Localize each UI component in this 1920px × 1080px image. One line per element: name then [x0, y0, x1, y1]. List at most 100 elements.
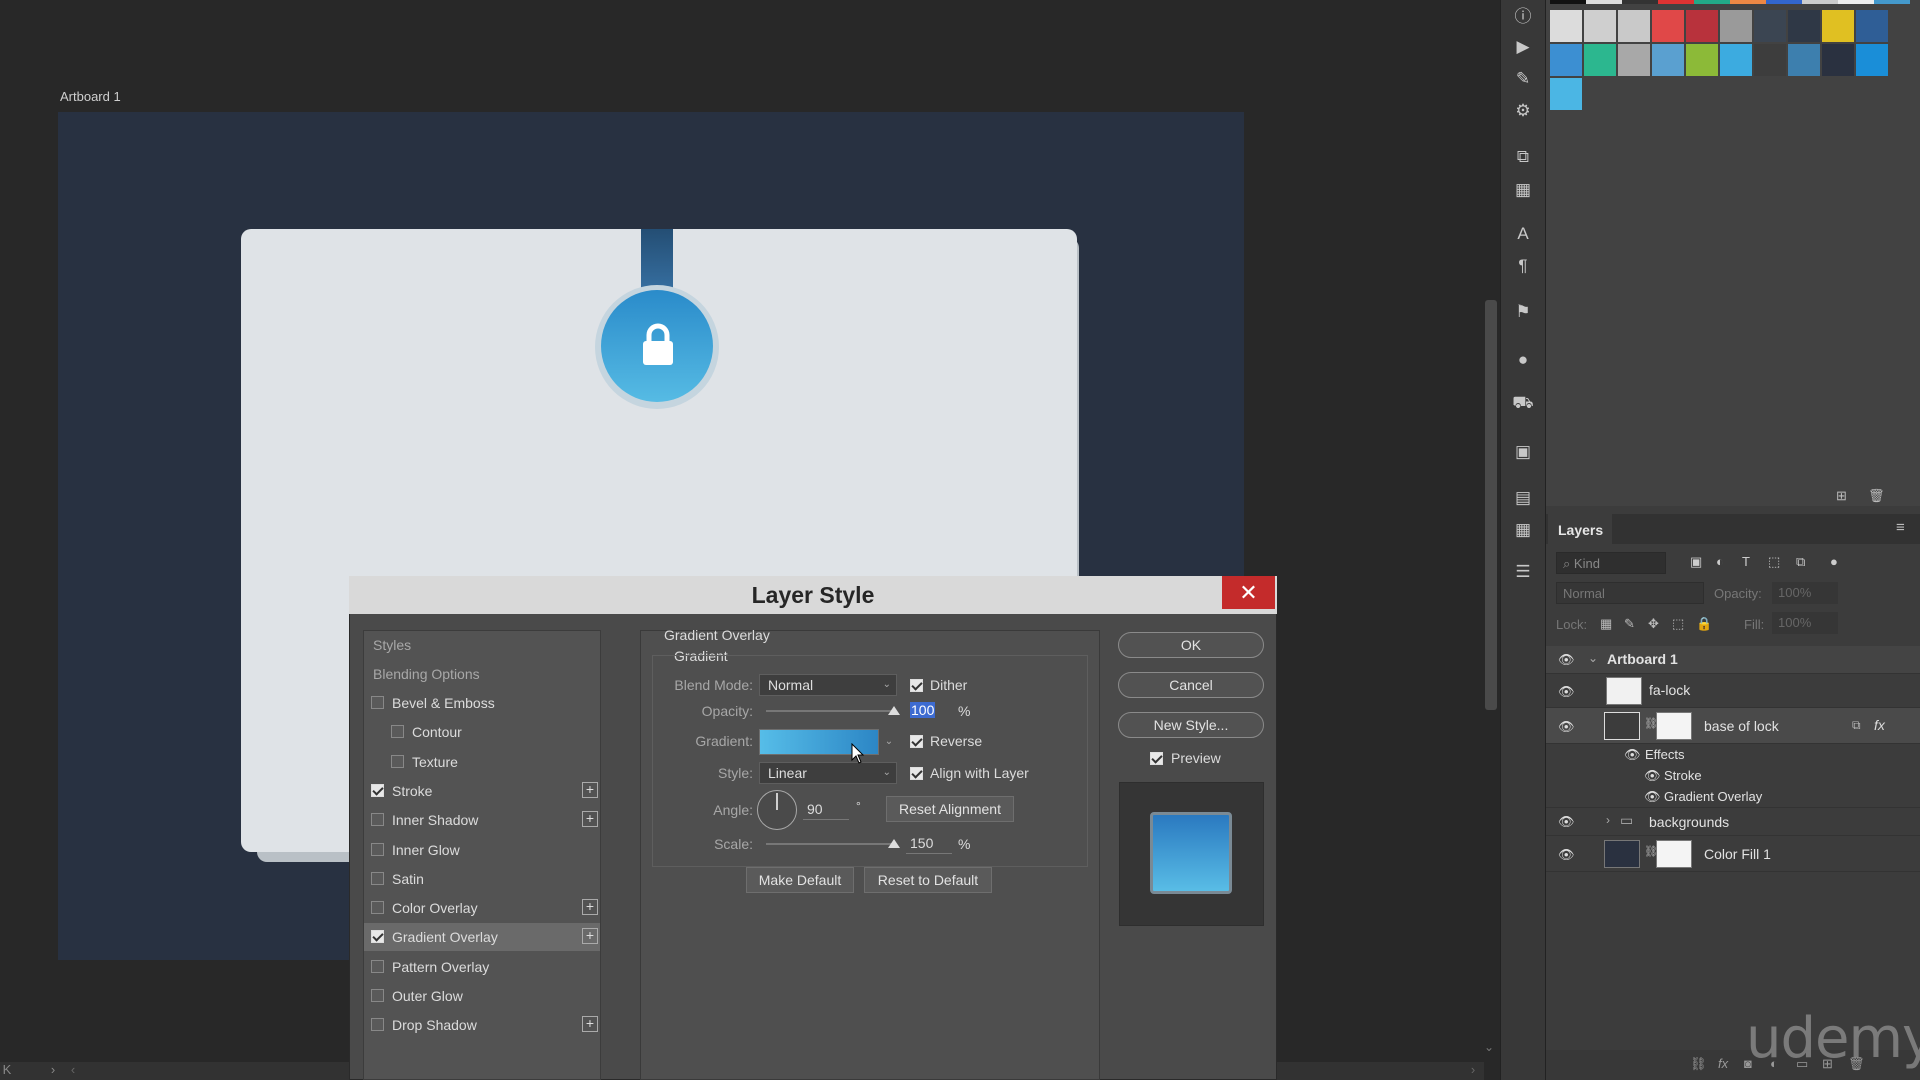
style-checkbox[interactable] — [371, 959, 384, 973]
style-checkbox[interactable] — [371, 783, 384, 797]
properties-icon[interactable]: ▦ — [1511, 178, 1535, 202]
layer-row-base-of-lock[interactable]: 👁 ⛓ base of lock ⧉ fx — [1546, 708, 1920, 744]
color-swatch[interactable] — [1754, 44, 1786, 76]
opacity-slider-track[interactable] — [766, 710, 894, 712]
style-checkbox[interactable] — [391, 754, 404, 768]
styles-header[interactable]: Styles — [364, 631, 600, 659]
reset-to-default-button[interactable]: Reset to Default — [864, 867, 992, 893]
add-effect-icon[interactable]: + — [582, 811, 598, 828]
add-effect-icon[interactable]: + — [582, 1016, 598, 1033]
color-swatch[interactable] — [1856, 44, 1888, 76]
ok-button[interactable]: OK — [1118, 632, 1264, 658]
layer-effects-row[interactable]: 👁 Effects — [1546, 744, 1920, 766]
flag-icon[interactable]: ⚑ — [1511, 300, 1535, 324]
scroll-first-icon[interactable]: K — [0, 1062, 14, 1080]
blending-options-item[interactable]: Blending Options — [364, 660, 600, 688]
style-checkbox[interactable] — [371, 871, 384, 885]
color-swatch[interactable] — [1720, 10, 1752, 42]
color-swatch[interactable] — [1686, 10, 1718, 42]
visibility-eye-icon[interactable]: 👁 — [1558, 652, 1575, 668]
visibility-eye-icon[interactable]: 👁 — [1558, 814, 1575, 830]
type-filter-icon[interactable]: T — [1742, 554, 1750, 569]
smart-object-filter-icon[interactable]: ⧉ — [1796, 554, 1805, 570]
scale-slider-thumb[interactable] — [888, 839, 900, 848]
drop-icon[interactable]: ● — [1511, 348, 1535, 372]
style-checkbox[interactable] — [371, 842, 384, 856]
adjustment-filter-icon[interactable]: ◐ — [1716, 554, 1724, 569]
character-icon[interactable]: A — [1511, 222, 1535, 246]
info-icon[interactable]: ⓘ — [1511, 2, 1535, 26]
style-item-drop-shadow[interactable]: Drop Shadow + — [364, 1011, 600, 1039]
stamp-icon[interactable]: ⛟ — [1511, 392, 1535, 416]
scale-field[interactable]: 150 — [906, 834, 952, 854]
color-swatch[interactable] — [1550, 10, 1582, 42]
scroll-next-icon[interactable]: › — [46, 1062, 60, 1080]
preview-checkbox[interactable] — [1150, 752, 1163, 765]
layer-row-artboard[interactable]: 👁 ⌄ Artboard 1 — [1546, 646, 1920, 674]
lock-artboard-icon[interactable]: ⬚ — [1672, 616, 1684, 632]
add-effect-icon[interactable]: + — [582, 899, 598, 916]
opacity-field[interactable]: 100 — [906, 701, 952, 721]
style-checkbox[interactable] — [371, 901, 384, 915]
layer-row-fa-lock[interactable]: 👁 fa-lock — [1546, 674, 1920, 708]
align-with-layer-checkbox[interactable] — [910, 767, 923, 780]
style-item-color-overlay[interactable]: Color Overlay + — [364, 894, 600, 922]
scroll-down-arrow-icon[interactable]: ⌄ — [1484, 1040, 1494, 1054]
color-swatch[interactable] — [1550, 44, 1582, 76]
reset-alignment-button[interactable]: Reset Alignment — [886, 796, 1014, 822]
scroll-left-arrow-icon[interactable]: ‹ — [66, 1062, 80, 1080]
color-swatch[interactable] — [1788, 10, 1820, 42]
scroll-right-arrow-icon[interactable]: › — [1466, 1062, 1480, 1080]
color-swatch[interactable] — [1584, 44, 1616, 76]
make-default-button[interactable]: Make Default — [746, 867, 854, 893]
color-swatch[interactable] — [1652, 44, 1684, 76]
visibility-eye-icon[interactable]: 👁 — [1558, 719, 1575, 735]
paragraph-icon[interactable]: ¶ — [1511, 254, 1535, 278]
visibility-eye-icon[interactable]: 👁 — [1558, 684, 1575, 700]
color-swatch[interactable] — [1652, 10, 1684, 42]
new-swatch-icon[interactable]: ⊞ — [1836, 488, 1847, 504]
layer-kind-filter[interactable]: ⌕ Kind — [1556, 552, 1666, 574]
style-item-contour[interactable]: Contour — [364, 718, 600, 746]
style-item-bevel-emboss[interactable]: Bevel & Emboss — [364, 689, 600, 717]
expand-chevron-icon[interactable]: ⌄ — [1588, 651, 1598, 665]
add-effect-icon[interactable]: + — [582, 928, 598, 945]
shape-filter-icon[interactable]: ⬚ — [1768, 554, 1780, 570]
style-checkbox[interactable] — [371, 696, 384, 709]
style-item-inner-shadow[interactable]: Inner Shadow + — [364, 806, 600, 834]
play-icon[interactable]: ▶ — [1511, 35, 1535, 59]
style-item-outer-glow[interactable]: Outer Glow — [364, 982, 600, 1010]
layers-stack-icon[interactable]: ☰ — [1511, 560, 1535, 584]
reverse-checkbox[interactable] — [910, 735, 923, 748]
layer-opacity-field[interactable]: 100% — [1772, 582, 1838, 604]
color-swatch[interactable] — [1618, 10, 1650, 42]
grid-icon[interactable]: ▦ — [1511, 518, 1535, 542]
visibility-eye-icon[interactable]: 👁 — [1624, 747, 1641, 763]
color-swatch[interactable] — [1788, 44, 1820, 76]
layer-effect-gradient-overlay[interactable]: 👁 Gradient Overlay — [1546, 786, 1920, 808]
visibility-eye-icon[interactable]: 👁 — [1644, 789, 1661, 805]
style-item-inner-glow[interactable]: Inner Glow — [364, 836, 600, 864]
trash-icon[interactable]: 🗑 — [1868, 488, 1885, 504]
layer-row-backgrounds[interactable]: 👁 › ▭ backgrounds — [1546, 808, 1920, 836]
opacity-slider-thumb[interactable] — [888, 706, 900, 715]
color-swatch[interactable] — [1686, 44, 1718, 76]
add-effect-icon[interactable]: + — [582, 781, 598, 798]
color-swatch[interactable] — [1822, 10, 1854, 42]
style-checkbox[interactable] — [371, 930, 384, 944]
style-item-pattern-overlay[interactable]: Pattern Overlay — [364, 953, 600, 981]
style-checkbox[interactable] — [391, 725, 404, 739]
visibility-eye-icon[interactable]: 👁 — [1644, 768, 1661, 784]
fx-badge[interactable]: fx — [1874, 717, 1885, 733]
pixel-filter-icon[interactable]: ▣ — [1690, 554, 1702, 570]
tab-layers[interactable]: Layers — [1548, 514, 1612, 544]
color-swatch[interactable] — [1618, 44, 1650, 76]
color-swatch[interactable] — [1550, 78, 1582, 110]
style-item-stroke[interactable]: Stroke + — [364, 777, 600, 805]
close-icon[interactable]: ✕ — [1222, 576, 1275, 609]
blend-mode-select[interactable]: Normal ⌄ — [759, 674, 897, 696]
color-swatch[interactable] — [1822, 44, 1854, 76]
filter-toggle-icon[interactable]: ● — [1830, 554, 1838, 569]
adjustment-sliders-icon[interactable]: ⚙ — [1511, 99, 1535, 123]
new-style-button[interactable]: New Style... — [1118, 712, 1264, 738]
